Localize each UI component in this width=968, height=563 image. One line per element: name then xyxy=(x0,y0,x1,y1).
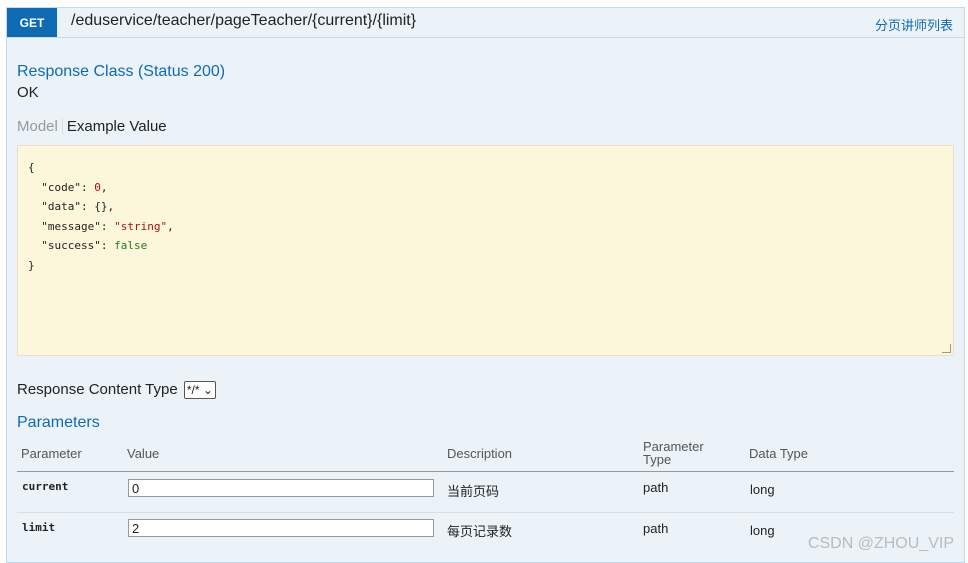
header-value: Value xyxy=(127,446,160,461)
header-parameter-type: Parameter Type xyxy=(643,439,704,467)
row-divider xyxy=(17,512,954,513)
operation-panel: GET /eduservice/teacher/pageTeacher/{cur… xyxy=(6,7,965,563)
response-class-title: Response Class (Status 200) xyxy=(17,63,226,80)
content-type-select[interactable]: */* ⌄ xyxy=(183,381,216,400)
operation-summary[interactable]: 分页讲师列表 xyxy=(875,15,953,34)
param-input-current[interactable]: 0 xyxy=(128,479,434,497)
param-name-limit: limit xyxy=(22,521,56,534)
param-type-current: path xyxy=(643,480,669,495)
json-line-data: "data": {}, xyxy=(41,200,115,213)
response-status-text: OK xyxy=(17,84,39,101)
endpoint-path[interactable]: /eduservice/teacher/pageTeacher/{current… xyxy=(71,12,416,30)
header-parameter: Parameter xyxy=(21,446,82,461)
tab-example-value[interactable]: Example Value xyxy=(63,118,167,135)
header-description: Description xyxy=(447,446,513,461)
watermark: CSDN @ZHOU_VIP xyxy=(807,535,954,552)
json-line-success: "success": false xyxy=(41,239,148,252)
param-description-limit: 每页记录数 xyxy=(447,524,513,539)
signature-tabs: Model Example Value xyxy=(17,118,167,135)
param-datatype-limit: long xyxy=(750,523,775,538)
param-name-current: current xyxy=(22,480,69,493)
param-type-limit: path xyxy=(643,521,669,536)
json-line-code: "code": 0, xyxy=(41,180,108,194)
tab-model[interactable]: Model xyxy=(17,118,63,135)
chevron-down-icon: ⌄ xyxy=(202,383,213,398)
param-description-current: 当前页码 xyxy=(447,484,500,499)
http-method-badge[interactable]: GET xyxy=(7,8,57,37)
json-open-brace: { xyxy=(28,161,35,174)
header-data-type: Data Type xyxy=(749,446,809,461)
parameters-title: Parameters xyxy=(17,414,100,431)
example-value-textarea[interactable]: { "code": 0, "data": {}, "message": "str… xyxy=(17,145,954,356)
json-close-brace: } xyxy=(28,258,35,272)
json-line-message: "message": "string", xyxy=(41,219,174,233)
content-type-label: Response Content Type xyxy=(17,381,178,398)
resize-handle-icon[interactable] xyxy=(942,344,951,353)
param-datatype-current: long xyxy=(750,482,775,497)
response-content-type: Response Content Type */* ⌄ xyxy=(17,381,216,400)
table-header-divider xyxy=(17,471,954,472)
param-input-limit[interactable]: 2 xyxy=(128,519,434,537)
operation-header[interactable]: GET /eduservice/teacher/pageTeacher/{cur… xyxy=(7,8,964,38)
